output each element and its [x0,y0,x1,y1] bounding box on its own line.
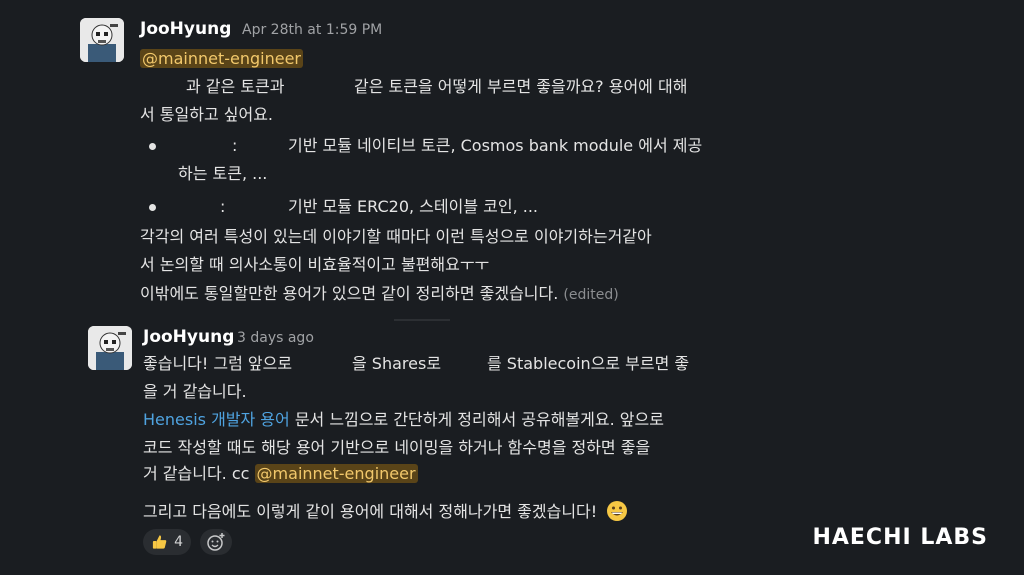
message-text: 거 같습니다. cc [143,464,255,483]
message-text: 각각의 여러 특성이 있는데 이야기할 때마다 이런 특성으로 이야기하는거같아 [140,227,652,246]
message-text: 좋습니다! 그럼 앞으로 [143,354,293,373]
message-text: 그리고 다음에도 이렇게 같이 용어에 대해서 정해나가면 좋겠습니다! [143,502,598,521]
message-timestamp[interactable]: 3 days ago [237,330,314,346]
message-author[interactable]: JooHyung [140,19,231,39]
message-text: 을 거 같습니다. [143,382,247,401]
message-author[interactable]: JooHyung [143,327,234,347]
message-text: 를 Stablecoin으로 부르면 좋 [487,354,690,373]
bullet-dot [149,204,156,211]
message-text: 문서 느낌으로 간단하게 정리해서 공유해볼게요. 앞으로 [289,410,664,429]
bullet-text: 기반 모듈 네이티브 토큰, Cosmos bank module 에서 제공 [288,136,703,155]
message-text-link-line: Henesis 개발자 용어 문서 느낌으로 간단하게 정리해서 공유해볼게요.… [143,409,664,431]
message-text: 코드 작성할 때도 해당 용어 기반으로 네이밍을 하거나 함수명을 정하면 좋… [143,438,651,457]
user-mention[interactable]: @mainnet-engineer [140,49,303,68]
avatar[interactable] [88,326,132,370]
message-text: 이밖에도 통일할만한 용어가 있으면 같이 정리하면 좋겠습니다. [140,284,559,303]
bullet-text: 하는 토큰, ... [178,164,268,183]
message-timestamp[interactable]: Apr 28th at 1:59 PM [242,22,382,38]
thumbs-up-icon [152,535,167,549]
edited-label: (edited) [563,287,619,303]
user-mention[interactable]: @mainnet-engineer [254,464,418,483]
add-emoji-icon [207,533,225,551]
bullet-text: 기반 모듈 ERC20, 스테이블 코인, ... [288,197,539,216]
message-text: 과 같은 토큰과 [186,77,285,96]
doc-link[interactable]: Henesis 개발자 용어 [143,410,290,429]
add-reaction-button[interactable] [200,529,232,555]
message-text: 서 통일하고 싶어요. [140,105,274,124]
bullet-separator: : [220,197,226,216]
skull-avatar-icon [80,18,124,62]
reaction-count: 4 [174,534,183,550]
message-text-last: 이밖에도 통일할만한 용어가 있으면 같이 정리하면 좋겠습니다. (edite… [140,283,619,306]
grinning-emoji-icon [607,501,628,521]
thumbs-up-reaction[interactable]: 4 [143,529,191,555]
message-text: 같은 토큰을 어떻게 부르면 좋을까요? 용어에 대해 [354,77,688,96]
closing-line: 그리고 다음에도 이렇게 같이 용어에 대해서 정해나가면 좋겠습니다! [143,500,628,523]
skull-avatar-icon [88,326,132,370]
brand-logo: HAECHI LABS [812,525,988,550]
message-text-cc-line: 거 같습니다. cc @mainnet-engineer [143,463,418,485]
avatar[interactable] [80,18,124,62]
divider [394,319,450,321]
bullet-separator: : [232,136,238,155]
message-text: 을 Shares로 [352,354,442,373]
bullet-dot [149,143,156,150]
mention-line: @mainnet-engineer [140,48,303,70]
message-text: 서 논의할 때 의사소통이 비효율적이고 불편해요ㅜㅜ [140,255,490,274]
